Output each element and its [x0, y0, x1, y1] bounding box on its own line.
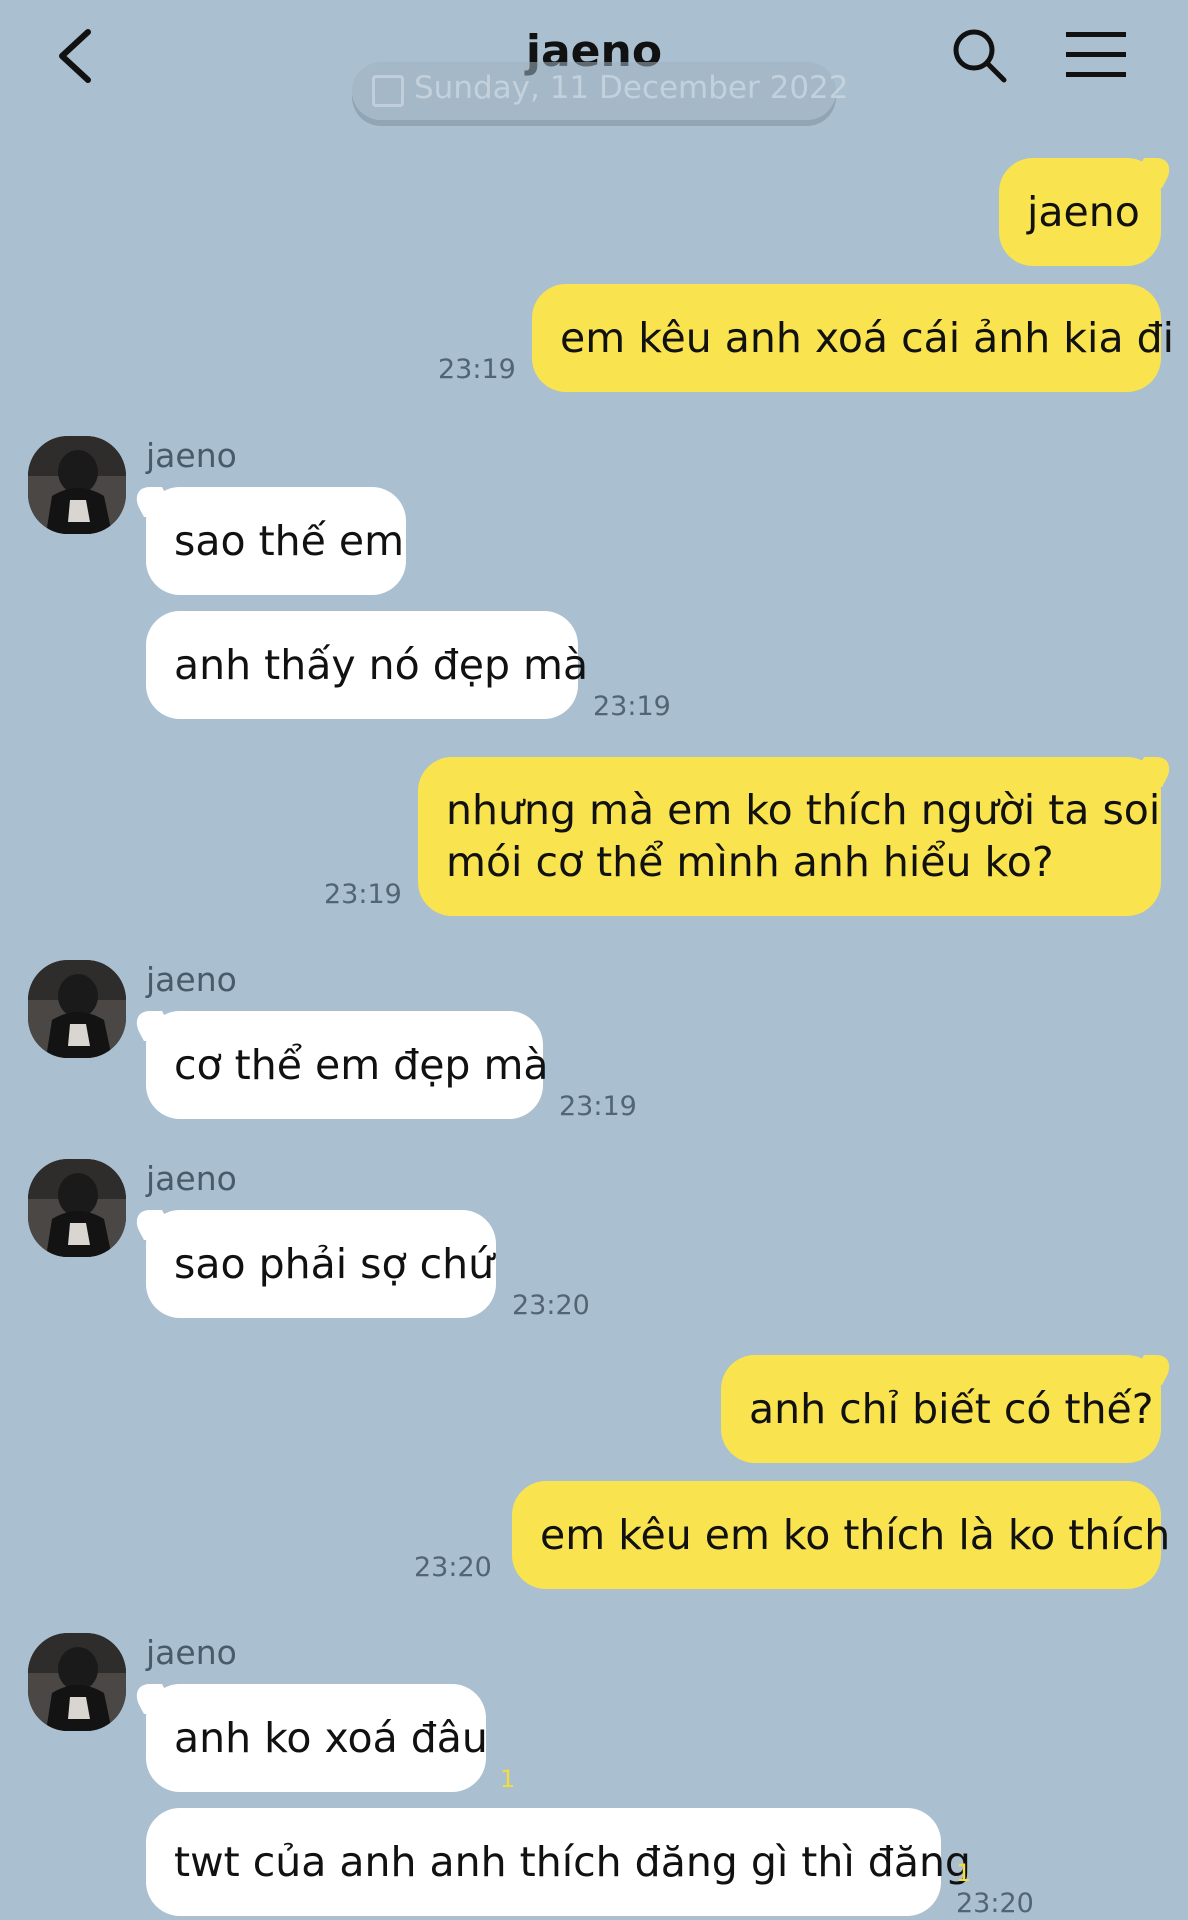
message-text: anh chỉ biết có thế?	[749, 1385, 1154, 1433]
search-icon[interactable]	[950, 26, 1008, 84]
avatar-photo	[28, 960, 126, 1058]
message-text: anh thấy nó đẹp mà	[174, 641, 589, 689]
message-time: 23:20	[512, 1290, 590, 1321]
sent-message-bubble[interactable]: jaeno	[999, 158, 1161, 266]
sent-message-bubble[interactable]: em kêu em ko thích là ko thích	[512, 1481, 1170, 1589]
sender-name: jaeno	[146, 1159, 237, 1198]
sent-message-bubble[interactable]: nhưng mà em ko thích người ta soi mói cơ…	[418, 757, 1161, 916]
message-text: sao thế em	[174, 517, 405, 565]
date-divider-text: Sunday, 11 December 2022	[414, 70, 849, 106]
message-time: 23:20	[414, 1552, 492, 1583]
sender-name: jaeno	[146, 1633, 237, 1672]
message-text: sao phải sợ chứ	[174, 1240, 495, 1288]
avatar-photo	[28, 1633, 126, 1731]
avatar[interactable]	[28, 436, 126, 534]
received-message-bubble[interactable]: sao phải sợ chứ	[146, 1210, 496, 1318]
message-text: em kêu anh xoá cái ảnh kia đi	[560, 314, 1175, 362]
message-time: 23:19	[438, 354, 516, 385]
unread-count: 1	[956, 1859, 972, 1887]
avatar[interactable]	[28, 960, 126, 1058]
calendar-icon	[372, 75, 404, 107]
received-message-bubble[interactable]: cơ thể em đẹp mà	[146, 1011, 549, 1119]
avatar[interactable]	[28, 1159, 126, 1257]
avatar[interactable]	[28, 1633, 126, 1731]
date-divider: Sunday, 11 December 2022	[352, 62, 849, 120]
unread-count: 1	[500, 1765, 516, 1793]
message-time: 23:20	[956, 1888, 1034, 1919]
message-text-line: nhưng mà em ko thích người ta soi	[446, 786, 1161, 834]
avatar-photo	[28, 1159, 126, 1257]
message-text-line: mói cơ thể mình anh hiểu ko?	[446, 838, 1054, 886]
received-message-bubble[interactable]: sao thế em	[146, 487, 406, 595]
menu-icon[interactable]	[1064, 30, 1128, 80]
received-message-bubble[interactable]: twt của anh anh thích đăng gì thì đăng	[146, 1808, 971, 1916]
avatar-photo	[28, 436, 126, 534]
received-message-bubble[interactable]: anh thấy nó đẹp mà	[146, 611, 588, 719]
sender-name: jaeno	[146, 436, 237, 475]
message-text: em kêu em ko thích là ko thích	[540, 1511, 1171, 1559]
sender-name: jaeno	[146, 960, 237, 999]
message-time: 23:19	[559, 1091, 637, 1122]
received-message-bubble[interactable]: anh ko xoá đâu	[146, 1684, 488, 1792]
message-text: twt của anh anh thích đăng gì thì đăng	[174, 1838, 971, 1886]
sent-message-bubble[interactable]: em kêu anh xoá cái ảnh kia đi	[532, 284, 1174, 392]
message-text: jaeno	[1027, 188, 1140, 236]
message-time: 23:19	[593, 691, 671, 722]
message-time: 23:19	[324, 879, 402, 910]
message-text: cơ thể em đẹp mà	[174, 1041, 549, 1089]
sent-message-bubble[interactable]: anh chỉ biết có thế?	[721, 1355, 1161, 1463]
message-text: anh ko xoá đâu	[174, 1714, 488, 1762]
